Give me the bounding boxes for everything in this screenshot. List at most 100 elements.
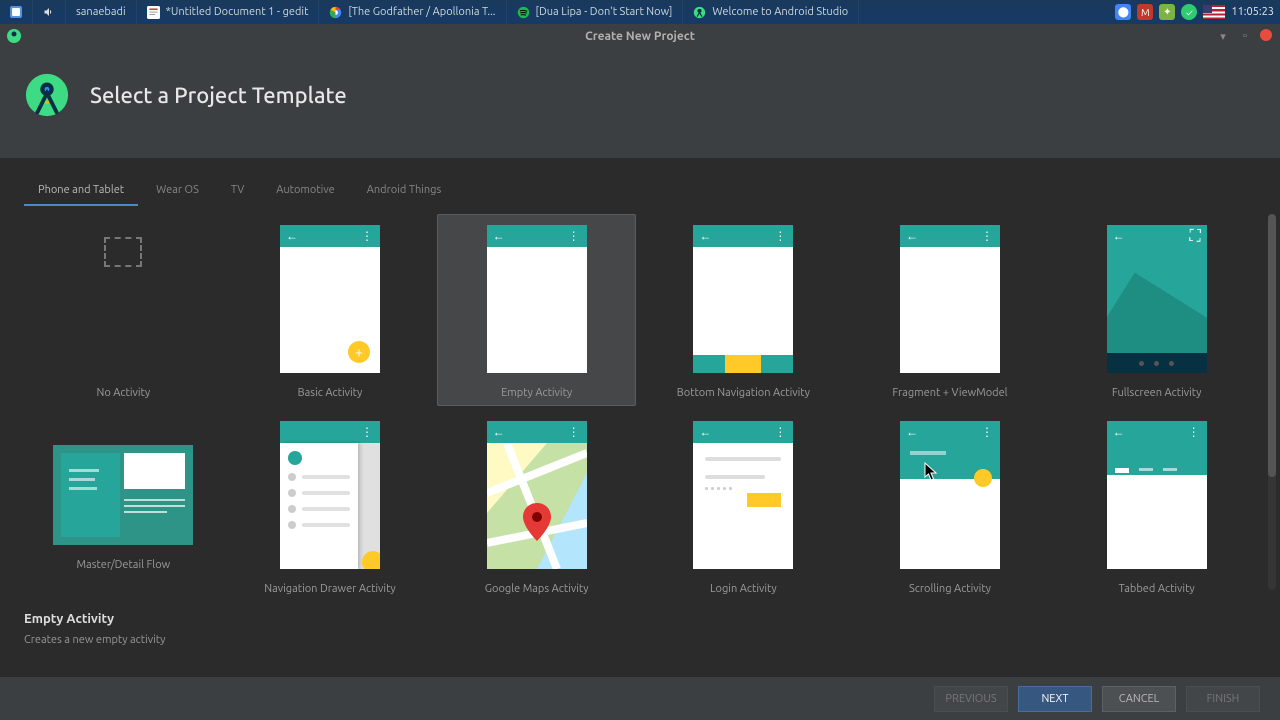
template-scrolling[interactable]: ←⋮ Scrolling Activity	[851, 410, 1050, 598]
template-basic-activity[interactable]: ←⋮ + Basic Activity	[231, 214, 430, 406]
tab-phone-tablet[interactable]: Phone and Tablet	[24, 176, 138, 206]
fab-icon: +	[348, 341, 370, 363]
back-arrow-icon: ←	[1113, 229, 1125, 243]
taskbar-task-spotify[interactable]: [Dua Lipa - Don't Start Now]	[507, 0, 684, 24]
template-label: Google Maps Activity	[485, 583, 589, 595]
selection-text: Creates a new empty activity	[24, 634, 1256, 646]
template-label: Fragment + ViewModel	[892, 387, 1007, 399]
wizard-header: Select a Project Template	[0, 48, 1280, 158]
android-studio-logo	[24, 72, 70, 118]
template-fullscreen[interactable]: ←⛶ Fullscreen Activity	[1057, 214, 1256, 406]
menu-icon	[10, 6, 22, 18]
overflow-icon: ⋮	[568, 425, 581, 439]
template-label: Master/Detail Flow	[76, 559, 170, 571]
overflow-icon: ⋮	[774, 229, 787, 243]
grid-scrollbar[interactable]	[1268, 214, 1276, 590]
window-close-button[interactable]	[1260, 29, 1272, 41]
template-thumb: ←⋮	[900, 421, 1000, 569]
template-label: Empty Activity	[501, 387, 572, 399]
template-master-detail[interactable]: Master/Detail Flow	[24, 410, 223, 598]
template-label: No Activity	[96, 387, 150, 399]
taskbar-task-label: [The Godfather / Apollonia T...	[348, 6, 495, 18]
template-fragment-viewmodel[interactable]: ←⋮ Fragment + ViewModel	[851, 214, 1050, 406]
template-label: Bottom Navigation Activity	[677, 387, 810, 399]
taskbar-task-label: Welcome to Android Studio	[712, 6, 848, 18]
platform-tabs: Phone and Tablet Wear OS TV Automotive A…	[0, 176, 1280, 206]
back-arrow-icon: ←	[493, 229, 505, 243]
system-tray: ⬤ M ✦ ✓ 11:05:23	[1109, 4, 1280, 20]
back-arrow-icon: ←	[286, 229, 298, 243]
taskbar-app-menu[interactable]	[0, 0, 33, 24]
template-thumb: ←⋮	[487, 225, 587, 373]
template-thumb: ⋮	[280, 421, 380, 569]
template-label: Scrolling Activity	[909, 583, 991, 595]
template-bottom-navigation[interactable]: ←⋮ Bottom Navigation Activity	[644, 214, 843, 406]
tray-check-icon[interactable]: ✓	[1181, 4, 1197, 20]
template-grid: No Activity ←⋮ + Basic Activity ←⋮ Empty…	[24, 206, 1256, 598]
overflow-icon: ⋮	[361, 425, 374, 439]
template-label: Fullscreen Activity	[1112, 387, 1202, 399]
overflow-icon: ⋮	[1188, 425, 1201, 439]
template-google-maps[interactable]: ← ⋮ Google Maps Activity	[437, 410, 636, 598]
window-titlebar: Create New Project ▾ ▫	[0, 24, 1280, 48]
back-arrow-icon: ←	[1113, 425, 1125, 439]
desktop-taskbar: sanaebadi *Untitled Document 1 - gedit […	[0, 0, 1280, 24]
template-navigation-drawer[interactable]: ⋮ Navigation Drawer Activity	[231, 410, 430, 598]
taskbar-task-label: *Untitled Document 1 - gedit	[166, 6, 309, 18]
template-no-activity[interactable]: No Activity	[24, 214, 223, 406]
overflow-icon: ⋮	[568, 229, 581, 243]
fullscreen-icon: ⛶	[1189, 227, 1200, 246]
overflow-icon: ⋮	[981, 425, 994, 439]
template-thumb: ←⋮	[1107, 421, 1207, 569]
tab-tv[interactable]: TV	[217, 176, 258, 206]
wizard-footer: PREVIOUS NEXT CANCEL FINISH	[0, 676, 1280, 720]
spotify-icon	[517, 6, 530, 19]
next-button[interactable]: NEXT	[1018, 686, 1092, 712]
taskbar-user-label: sanaebadi	[76, 6, 126, 18]
template-thumb: ←⋮	[900, 225, 1000, 373]
window-title: Create New Project	[585, 30, 695, 43]
back-arrow-icon: ←	[699, 229, 711, 243]
template-thumb	[73, 225, 173, 373]
template-empty-activity[interactable]: ←⋮ Empty Activity	[437, 214, 636, 406]
taskbar-sound[interactable]	[33, 0, 66, 24]
back-arrow-icon: ←	[906, 229, 918, 243]
overflow-icon: ⋮	[361, 229, 374, 243]
window-minimize-button[interactable]: ▾	[1216, 29, 1230, 43]
tray-record-icon[interactable]: ⬤	[1115, 4, 1131, 20]
previous-button[interactable]: PREVIOUS	[934, 686, 1008, 712]
template-label: Tabbed Activity	[1119, 583, 1195, 595]
template-thumb: ←⛶	[1107, 225, 1207, 373]
cancel-button[interactable]: CANCEL	[1102, 686, 1176, 712]
back-arrow-icon: ←	[699, 425, 711, 439]
tab-automotive[interactable]: Automotive	[262, 176, 349, 206]
finish-button[interactable]: FINISH	[1186, 686, 1260, 712]
window-maximize-button[interactable]: ▫	[1238, 29, 1252, 43]
taskbar-task-gedit[interactable]: *Untitled Document 1 - gedit	[137, 0, 320, 24]
template-thumb: ←⋮	[693, 225, 793, 373]
back-arrow-icon: ←	[906, 425, 918, 439]
template-thumb: ← ⋮ +	[280, 225, 380, 373]
selection-description: Empty Activity Creates a new empty activ…	[0, 598, 1280, 660]
template-tabbed[interactable]: ←⋮ Tabbed Activity	[1057, 410, 1256, 598]
taskbar-clock: 11:05:23	[1231, 6, 1274, 18]
taskbar-task-label: [Dua Lipa - Don't Start Now]	[536, 6, 673, 18]
gedit-icon	[147, 6, 160, 19]
tab-wear-os[interactable]: Wear OS	[142, 176, 213, 206]
overflow-icon: ⋮	[981, 229, 994, 243]
tab-android-things[interactable]: Android Things	[353, 176, 456, 206]
back-arrow-icon: ←	[493, 425, 505, 439]
tray-network-icon[interactable]: ✦	[1159, 4, 1175, 20]
tray-mega-icon[interactable]: M	[1137, 4, 1153, 20]
taskbar-task-android-studio[interactable]: Welcome to Android Studio	[683, 0, 859, 24]
fab-icon	[974, 469, 992, 487]
template-login[interactable]: ←⋮ Login Activity	[644, 410, 843, 598]
taskbar-user[interactable]: sanaebadi	[66, 0, 137, 24]
template-thumb	[53, 445, 193, 545]
selection-title: Empty Activity	[24, 612, 1256, 626]
tray-flag-us-icon[interactable]	[1203, 5, 1225, 19]
taskbar-task-chrome[interactable]: [The Godfather / Apollonia T...	[319, 0, 506, 24]
chrome-icon	[329, 6, 342, 19]
android-studio-icon	[693, 6, 706, 19]
page-title: Select a Project Template	[90, 83, 347, 108]
